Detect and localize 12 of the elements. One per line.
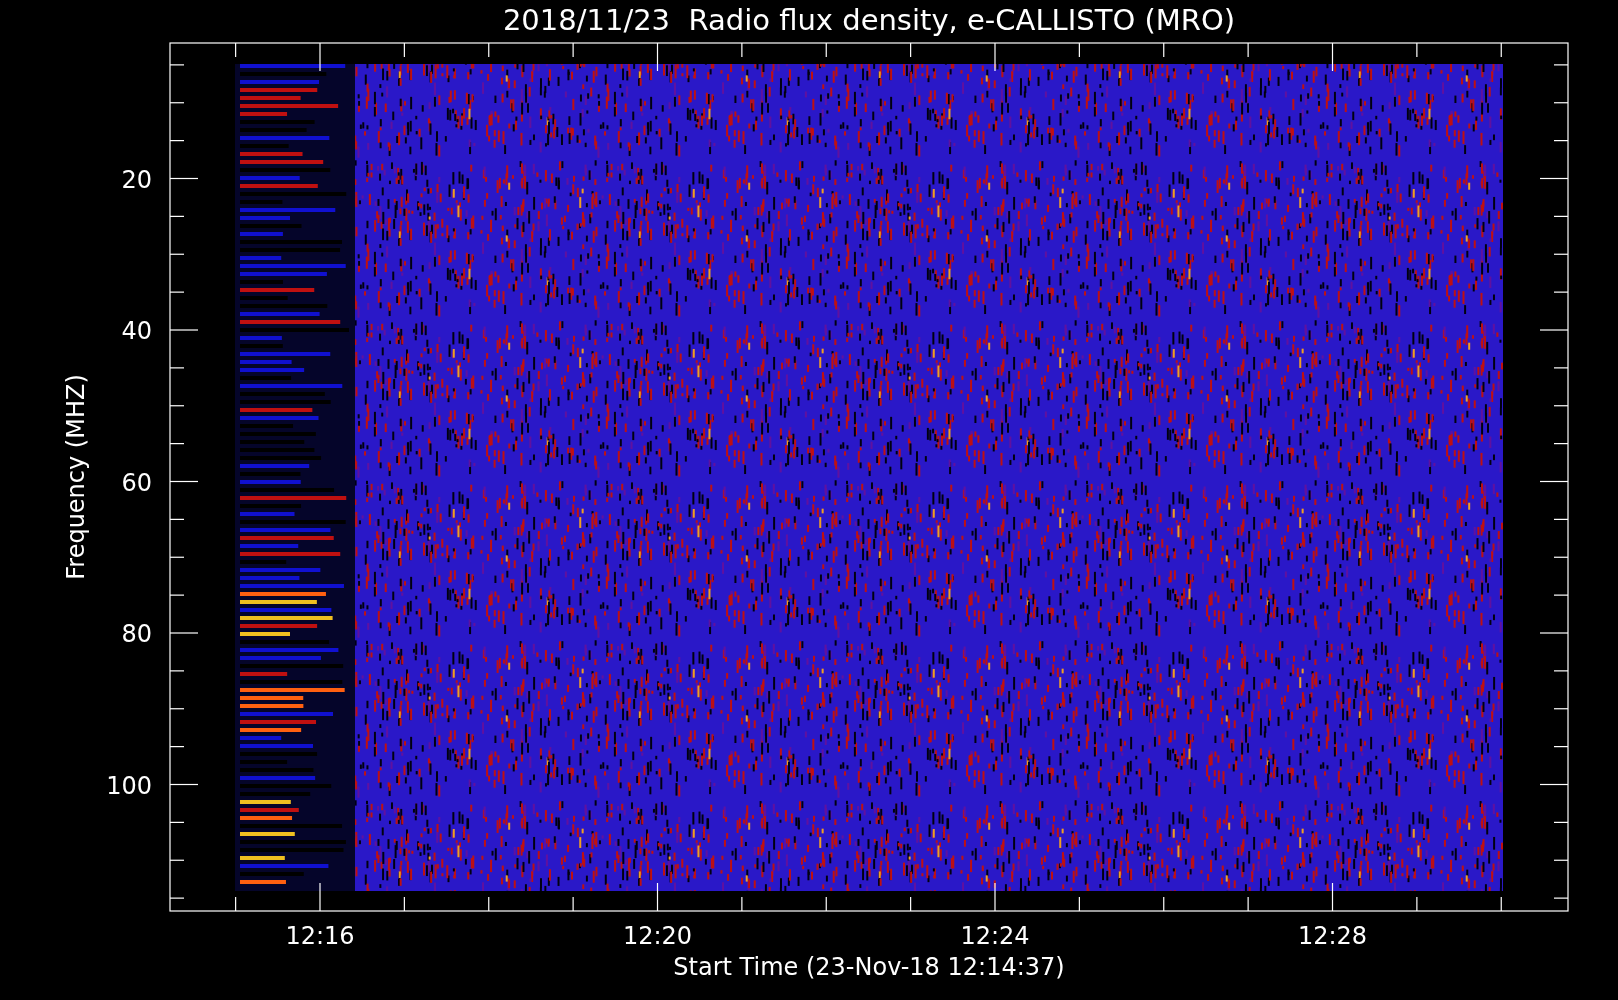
x-tick-label: 12:20 <box>622 922 693 950</box>
y-tick-label: 80 <box>121 620 152 648</box>
y-tick-label: 20 <box>121 165 152 194</box>
y-tick-label: 100 <box>106 771 152 800</box>
x-tick-label: 12:24 <box>960 922 1030 950</box>
y-axis-label: Frequency (MHZ) <box>62 374 90 580</box>
y-tick-label: 60 <box>121 468 152 497</box>
x-tick-label: 12:28 <box>1297 922 1368 950</box>
x-axis-label: Start Time (23-Nov-18 12:14:37) <box>673 953 1065 981</box>
chart-title: 2018/11/23 Radio flux density, e-CALLISTO (MRO) <box>502 3 1236 37</box>
x-tick-label: 12:16 <box>285 922 355 950</box>
y-tick-label: 40 <box>121 317 152 345</box>
